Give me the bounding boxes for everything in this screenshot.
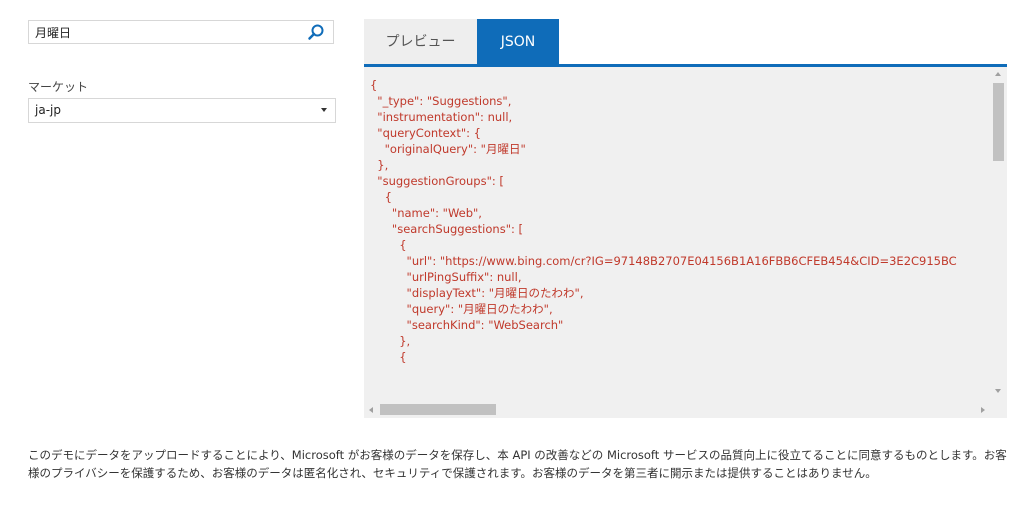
chevron-down-icon <box>321 108 327 112</box>
json-output-panel[interactable]: { "_type": "Suggestions", "instrumentati… <box>364 67 1007 418</box>
scroll-up-icon[interactable] <box>995 72 1001 76</box>
scroll-down-icon[interactable] <box>995 389 1001 393</box>
search-icon[interactable] <box>307 23 325 41</box>
tab-preview[interactable]: プレビュー <box>364 19 477 65</box>
horizontal-scrollbar[interactable] <box>364 401 1007 418</box>
tab-json[interactable]: JSON <box>477 19 559 65</box>
market-value: ja-jp <box>35 103 61 117</box>
vertical-scroll-thumb[interactable] <box>993 83 1004 161</box>
json-code: { "_type": "Suggestions", "instrumentati… <box>370 78 957 364</box>
scroll-left-icon[interactable] <box>369 407 373 413</box>
scroll-right-icon[interactable] <box>981 407 985 413</box>
search-input[interactable] <box>29 21 305 43</box>
search-box[interactable] <box>28 20 334 44</box>
horizontal-scroll-thumb[interactable] <box>380 404 496 415</box>
privacy-disclaimer: このデモにデータをアップロードすることにより、Microsoft がお客様のデー… <box>28 448 1007 480</box>
market-select[interactable]: ja-jp <box>28 98 336 123</box>
market-label: マーケット <box>28 80 89 94</box>
vertical-scrollbar[interactable] <box>990 67 1007 401</box>
